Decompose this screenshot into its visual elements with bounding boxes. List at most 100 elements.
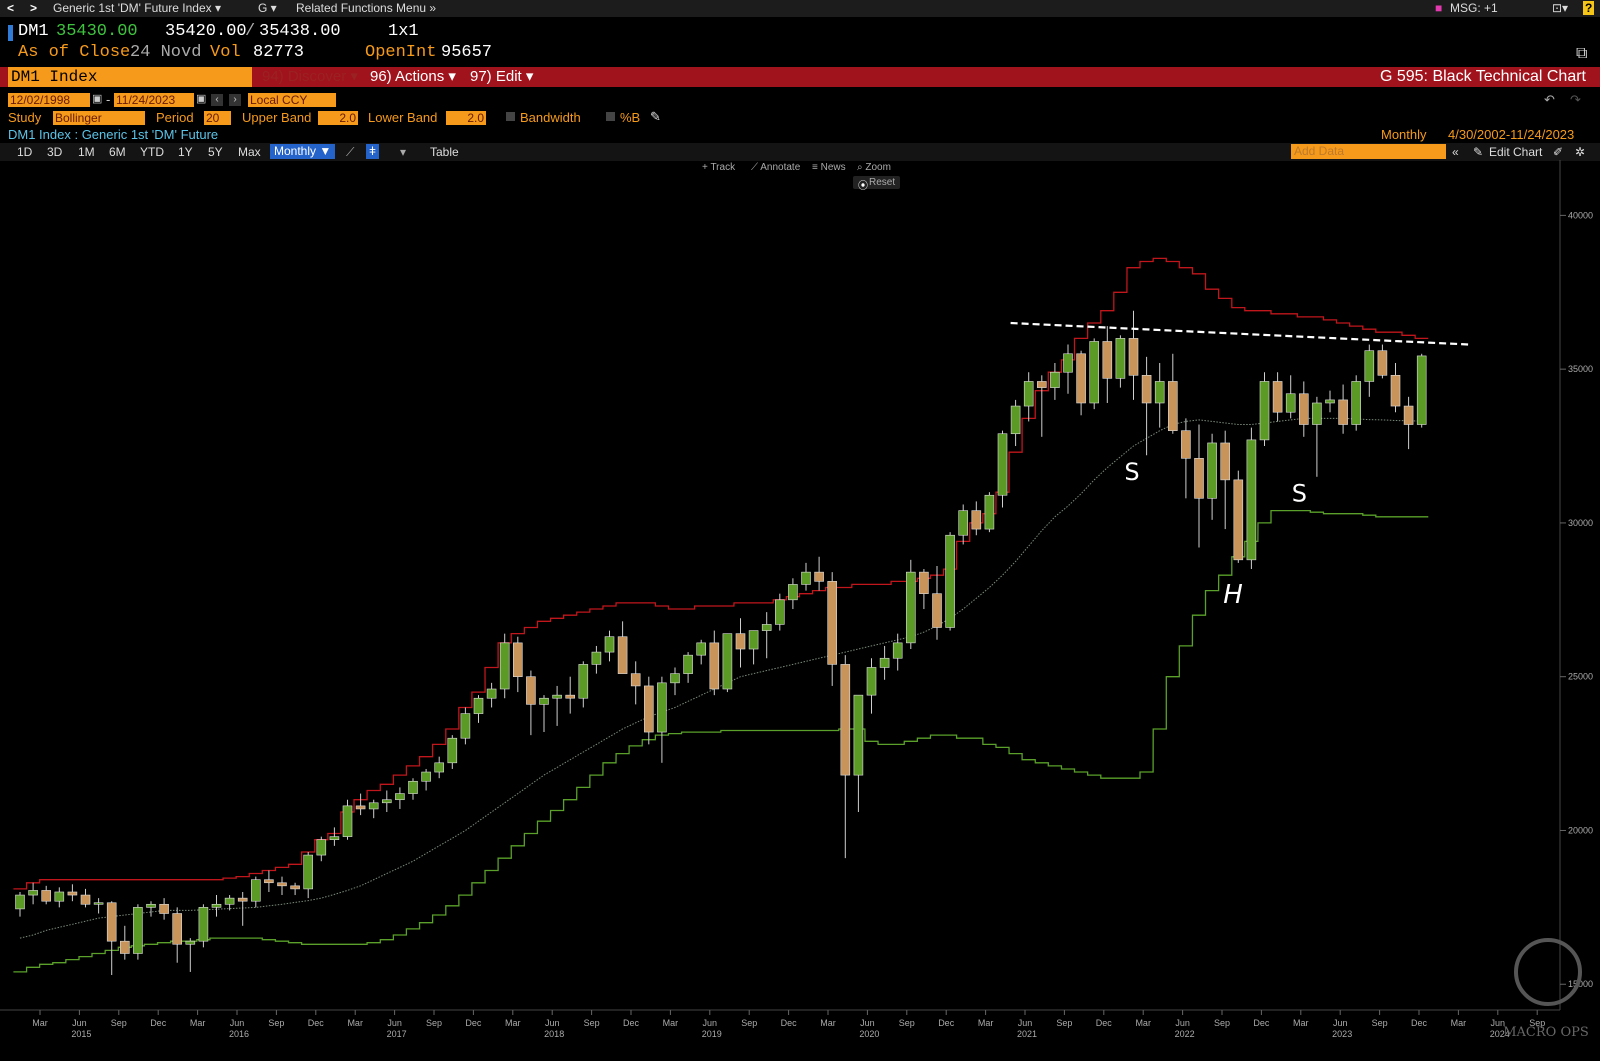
timeframe-max[interactable]: Max	[238, 145, 261, 159]
popout-icon[interactable]: ⧉	[1576, 45, 1587, 63]
end-date-field[interactable]: 11/24/2023	[114, 93, 194, 107]
calendar-icon[interactable]: ▣	[92, 92, 102, 105]
frequency-select[interactable]: Monthly ▼	[270, 144, 336, 159]
candle-body	[840, 664, 851, 776]
edit-chart-icon[interactable]: ✎	[1473, 145, 1483, 159]
x-tick-year-label: 2023	[1332, 1029, 1352, 1039]
x-tick-year-label: 2017	[387, 1029, 407, 1039]
start-date-field[interactable]: 12/02/1998	[8, 93, 90, 107]
candle-body	[604, 636, 615, 653]
candle-body	[106, 902, 117, 942]
candlesticks	[15, 310, 1427, 976]
candle-body	[892, 642, 903, 659]
x-tick-label: Dec	[781, 1018, 798, 1028]
redo-icon[interactable]: ↷	[1570, 92, 1581, 108]
volume-label: Vol	[210, 43, 241, 62]
pctb-checkbox[interactable]	[606, 112, 615, 121]
timeframe-6m[interactable]: 6M	[109, 145, 126, 159]
frequency-label: Monthly	[1381, 127, 1427, 142]
line-chart-icon[interactable]: ⟋	[346, 145, 354, 160]
settings-gear-icon[interactable]: ✲	[1575, 145, 1585, 159]
head-label: H	[1223, 580, 1243, 610]
discover-menu[interactable]: 94) Discover ▾	[262, 67, 358, 87]
candle-body	[28, 890, 38, 896]
prev-period-icon[interactable]: ‹	[211, 94, 223, 106]
chart-type-dropdown-icon[interactable]: ▾	[400, 145, 406, 159]
help-icon[interactable]: ?	[1583, 1, 1595, 15]
candle-body	[1181, 430, 1191, 459]
candle-body	[788, 584, 798, 601]
timeframe-5y[interactable]: 5Y	[208, 145, 223, 159]
timeframe-3d[interactable]: 3D	[47, 145, 62, 159]
related-functions-menu[interactable]: Related Functions Menu »	[296, 1, 436, 15]
y-tick-label: 20000	[1568, 825, 1593, 835]
candle-body	[15, 894, 25, 910]
upper-band-line	[13, 257, 1429, 890]
candle-body	[774, 599, 785, 625]
bandwidth-checkbox[interactable]	[506, 112, 515, 121]
candle-body	[1154, 381, 1165, 404]
candle-body	[473, 697, 484, 714]
quote-panel: DM1 35430.00 35420.00 / 35438.00 1x1 As …	[0, 20, 1600, 63]
back-arrow-icon[interactable]: <	[7, 1, 14, 15]
timeframe-1m[interactable]: 1M	[78, 145, 95, 159]
candle-body	[1194, 458, 1204, 499]
edit-chart-button[interactable]: Edit Chart	[1489, 145, 1542, 159]
pencil-icon[interactable]: ✎	[650, 109, 661, 125]
actions-menu[interactable]: 96) Actions ▾	[370, 67, 456, 87]
price-chart[interactable]: 150002000025000300003500040000Mar Jun2015…	[0, 160, 1600, 1061]
x-tick-label: Sep	[268, 1018, 284, 1028]
y-tick-label: 35000	[1568, 364, 1593, 374]
x-tick-label: Dec	[1253, 1018, 1270, 1028]
add-data-input[interactable]: Add Data	[1291, 144, 1446, 159]
lower-band-field[interactable]: 2.0	[446, 111, 486, 125]
candle-body	[1023, 381, 1034, 407]
collapse-icon[interactable]: «	[1452, 145, 1459, 159]
edit-menu[interactable]: 97) Edit ▾	[470, 67, 533, 87]
candle-body	[657, 682, 667, 733]
candle-body	[1246, 439, 1257, 561]
calendar-icon[interactable]: ▣	[196, 92, 206, 105]
x-tick-label: Mar	[347, 1018, 363, 1028]
message-icon[interactable]: ■	[1435, 1, 1442, 15]
x-tick-label: Sep	[584, 1018, 600, 1028]
timeframe-1d[interactable]: 1D	[17, 145, 32, 159]
candle-body	[919, 571, 929, 594]
forward-arrow-icon[interactable]: >	[30, 1, 37, 15]
next-period-icon[interactable]: ›	[229, 94, 241, 106]
x-tick-year-label: 2016	[229, 1029, 249, 1039]
candle-body	[630, 673, 641, 687]
x-tick-label: Dec	[938, 1018, 955, 1028]
g-menu[interactable]: G ▾	[258, 1, 277, 15]
x-tick-year-label: 2018	[544, 1029, 564, 1039]
period-field[interactable]: 20	[204, 111, 231, 125]
candle-body	[1128, 338, 1139, 376]
upper-band-field[interactable]: 2.0	[318, 111, 358, 125]
bid-price: 35420.00	[165, 22, 247, 41]
candle-body	[1010, 405, 1021, 435]
timeframe-ytd[interactable]: YTD	[140, 145, 164, 159]
candle-body	[1403, 405, 1414, 425]
message-count[interactable]: MSG: +1	[1450, 1, 1498, 15]
candle-body	[512, 642, 523, 677]
table-button[interactable]: Table	[430, 145, 459, 159]
candle-body	[1168, 381, 1178, 431]
candle-body	[1338, 399, 1348, 425]
bid-ask-size: 1x1	[388, 22, 419, 41]
currency-select[interactable]: Local CCY	[248, 93, 336, 107]
annotate-icon[interactable]: ✐	[1553, 145, 1563, 159]
left-shoulder-label: S	[1124, 458, 1139, 486]
security-menu[interactable]: Generic 1st 'DM' Future Index ▾	[53, 1, 221, 15]
candle-chart-icon[interactable]: ǂ	[366, 144, 380, 159]
upper-band-label: Upper Band	[242, 110, 312, 125]
undo-icon[interactable]: ↶	[1544, 92, 1555, 108]
pctb-label: %B	[620, 110, 641, 125]
candle-body	[683, 654, 693, 674]
candle-body	[1299, 393, 1309, 425]
candle-body	[958, 510, 969, 536]
window-icon[interactable]: ⊡▾	[1552, 1, 1568, 15]
timeframe-1y[interactable]: 1Y	[178, 145, 193, 159]
ticker-input[interactable]: DM1 Index	[8, 67, 252, 87]
y-tick-label: 25000	[1568, 672, 1593, 682]
study-select[interactable]: Bollinger	[53, 111, 145, 125]
